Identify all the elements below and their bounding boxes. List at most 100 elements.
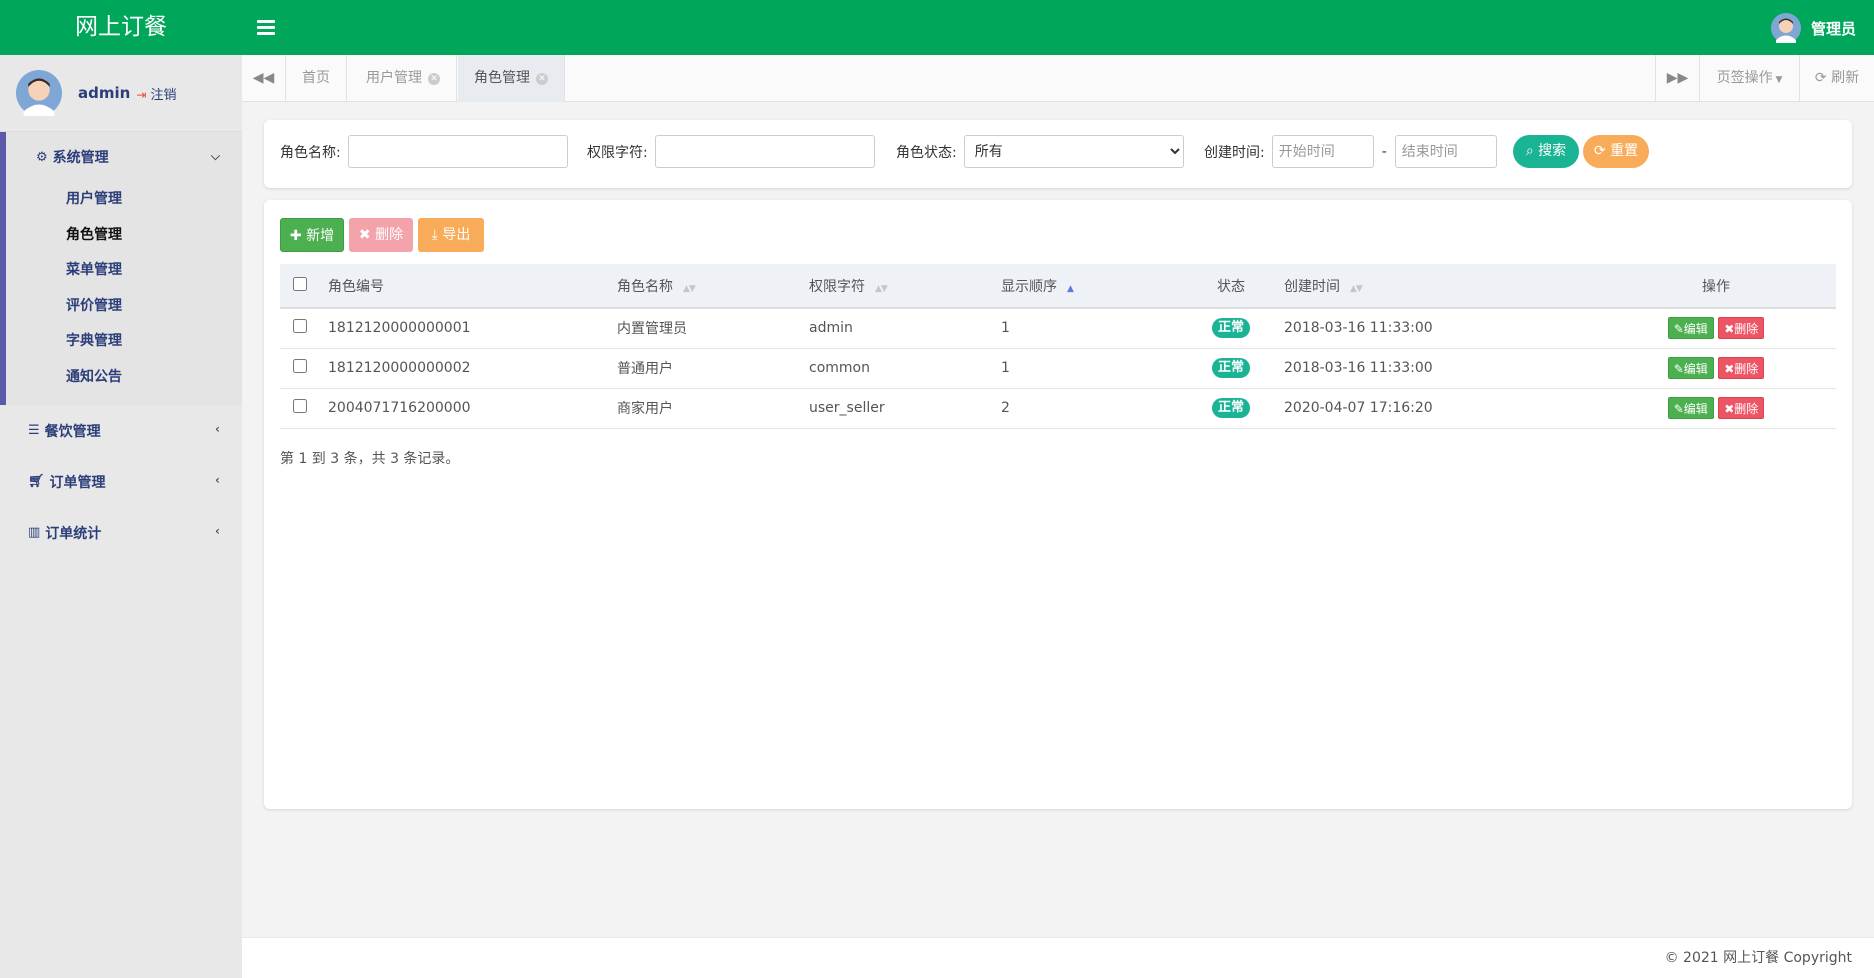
sort-icon[interactable]: ▲▼ (875, 284, 888, 294)
roles-table: 角色编号 角色名称 ▲▼ 权限字符 ▲▼ 显示顺序 ▲ 状态 创建时间 ▲▼ 操作 18… (280, 264, 1836, 429)
sort-ascending-icon[interactable]: ▲ (1067, 284, 1074, 294)
column-header-status: 状态 (1186, 264, 1276, 309)
export-button[interactable]: ⤓ 导出 (418, 218, 484, 252)
logout-link[interactable]: ⇥ 注销 (136, 84, 176, 103)
sidebar-item-menus[interactable]: 菜单管理 (6, 253, 242, 289)
app-title[interactable]: 网上订餐 (0, 0, 242, 55)
column-header-display-order[interactable]: 显示顺序 ▲ (993, 264, 1186, 309)
edit-icon: ✎ (1673, 362, 1684, 376)
cell-actions: ✎编辑 ✖删除 (1596, 348, 1836, 389)
edit-label: 编辑 (1683, 362, 1708, 376)
sidebar-group-label: 订单统计 (45, 525, 102, 542)
tab-user-management[interactable]: 用户管理 ✕ (350, 55, 457, 102)
sidebar-item-reviews[interactable]: 评价管理 (6, 289, 242, 325)
cart-icon: 🛒︎ (28, 474, 45, 489)
cell-role-name: 内置管理员 (609, 308, 801, 349)
role-name-input[interactable] (347, 135, 568, 168)
sort-icon[interactable]: ▲▼ (683, 284, 696, 294)
permission-label: 权限字符: (587, 144, 648, 161)
row-delete-button[interactable]: ✖删除 (1718, 397, 1765, 419)
refresh-icon: ⟳ (1814, 70, 1827, 86)
chevron-left-icon: ‹ (215, 473, 220, 487)
sidebar-group-stats-header[interactable]: ▥ 订单统计 ‹ (0, 507, 242, 558)
sort-icon[interactable]: ▲▼ (1350, 284, 1363, 294)
sidebar-username[interactable]: admin (78, 84, 130, 102)
sidebar-item-users[interactable]: 用户管理 (6, 182, 242, 218)
row-checkbox[interactable] (293, 399, 307, 413)
cell-role-id: 1812120000000001 (320, 308, 609, 349)
delete-button[interactable]: ✖ 删除 (349, 218, 413, 252)
sidebar-item-notices[interactable]: 通知公告 (6, 360, 242, 396)
permission-input[interactable] (654, 135, 875, 168)
top-user-menu[interactable]: 管理员 (1770, 12, 1856, 44)
cell-permission: common (801, 348, 993, 389)
select-all-cell (280, 264, 320, 309)
row-delete-button[interactable]: ✖删除 (1718, 317, 1765, 340)
logout-icon: ⇥ (136, 87, 147, 102)
column-header-permission[interactable]: 权限字符 ▲▼ (801, 264, 993, 309)
download-icon: ⤓ (431, 227, 438, 243)
row-checkbox[interactable] (293, 319, 307, 334)
edit-button[interactable]: ✎编辑 (1667, 357, 1714, 379)
status-badge: 正常 (1211, 398, 1250, 418)
select-all-checkbox[interactable] (293, 276, 307, 291)
sidebar-group-orders-header[interactable]: 🛒︎ 订单管理 ‹ (0, 456, 242, 507)
tab-ops-label: 页签操作 (1716, 70, 1773, 86)
sidebar-group-system-header[interactable]: ⚙ 系统管理 ⌵ (6, 132, 242, 182)
search-button[interactable]: ⌕ 搜索 (1513, 135, 1579, 168)
role-status-select[interactable]: 所有 (963, 135, 1184, 168)
close-icon[interactable]: ✕ (428, 73, 440, 85)
sidebar: admin ⇥ 注销 ⚙ 系统管理 ⌵ 用户管理 角色管理 菜单管理 评价管理 … (0, 55, 242, 978)
permission-field: 权限字符: (587, 135, 875, 168)
end-time-input[interactable] (1394, 135, 1497, 168)
status-badge: 正常 (1211, 358, 1250, 378)
edit-button[interactable]: ✎编辑 (1667, 317, 1714, 340)
column-label: 权限字符 (809, 278, 865, 295)
tabs-scroll-right-icon[interactable]: ▶▶ (1655, 55, 1699, 102)
sidebar-group-catering-header[interactable]: ☰ 餐饮管理 ‹ (0, 405, 242, 456)
column-header-role-name[interactable]: 角色名称 ▲▼ (609, 264, 801, 309)
row-delete-label: 删除 (1734, 362, 1759, 376)
tab-home[interactable]: 首页 (286, 55, 347, 102)
menu-toggle-icon[interactable] (255, 17, 277, 39)
row-checkbox[interactable] (293, 359, 307, 373)
search-panel: 角色名称: 权限字符: 角色状态: 所有 创建时间: - ⌕ 搜索 ⟳ 重置 (264, 120, 1852, 188)
sidebar-group-stats: ▥ 订单统计 ‹ (0, 507, 242, 558)
tab-role-management[interactable]: 角色管理 ✕ (458, 55, 565, 102)
status-badge: 正常 (1211, 318, 1250, 339)
table-row: 2004071716200000 商家用户 user_seller 2 正常 2… (280, 388, 1836, 429)
role-name-field: 角色名称: (280, 135, 568, 168)
avatar (1770, 13, 1801, 43)
cell-role-name: 商家用户 (609, 388, 801, 429)
sidebar-item-roles[interactable]: 角色管理 (6, 218, 242, 254)
tab-operations-dropdown[interactable]: 页签操作 ▼ (1699, 55, 1799, 102)
cell-role-id: 1812120000000002 (320, 348, 609, 389)
avatar (16, 70, 62, 116)
reset-button[interactable]: ⟳ 重置 (1583, 135, 1649, 168)
sidebar-group-catering: ☰ 餐饮管理 ‹ (0, 405, 242, 456)
sidebar-group-label: 餐饮管理 (44, 423, 101, 440)
caret-down-icon: ▼ (1772, 75, 1783, 85)
range-separator: - (1381, 143, 1387, 160)
table-row: 1812120000000002 普通用户 common 1 正常 2018-0… (280, 348, 1836, 389)
column-header-created[interactable]: 创建时间 ▲▼ (1276, 264, 1596, 309)
cell-role-name: 普通用户 (609, 348, 801, 389)
role-status-label: 角色状态: (896, 144, 957, 161)
edit-label: 编辑 (1683, 322, 1708, 337)
created-time-label: 创建时间: (1204, 144, 1265, 161)
sidebar-item-dictionary[interactable]: 字典管理 (6, 324, 242, 360)
column-label: 角色名称 (617, 278, 673, 295)
created-time-field: 创建时间: - (1204, 135, 1497, 168)
close-icon[interactable]: ✕ (536, 73, 548, 85)
refresh-button[interactable]: ⟳ 刷新 (1799, 55, 1874, 102)
export-button-label: 导出 (442, 227, 471, 243)
start-time-input[interactable] (1271, 135, 1374, 168)
cell-status: 正常 (1186, 348, 1276, 389)
tabs-scroll-left-icon[interactable]: ◀◀ (242, 55, 286, 102)
cell-actions: ✎编辑 ✖删除 (1596, 308, 1836, 349)
row-delete-button[interactable]: ✖删除 (1718, 357, 1765, 379)
sidebar-group-orders: 🛒︎ 订单管理 ‹ (0, 456, 242, 507)
edit-button[interactable]: ✎编辑 (1667, 397, 1714, 419)
add-button[interactable]: ✚ 新增 (280, 218, 344, 252)
cell-permission: admin (801, 308, 993, 349)
